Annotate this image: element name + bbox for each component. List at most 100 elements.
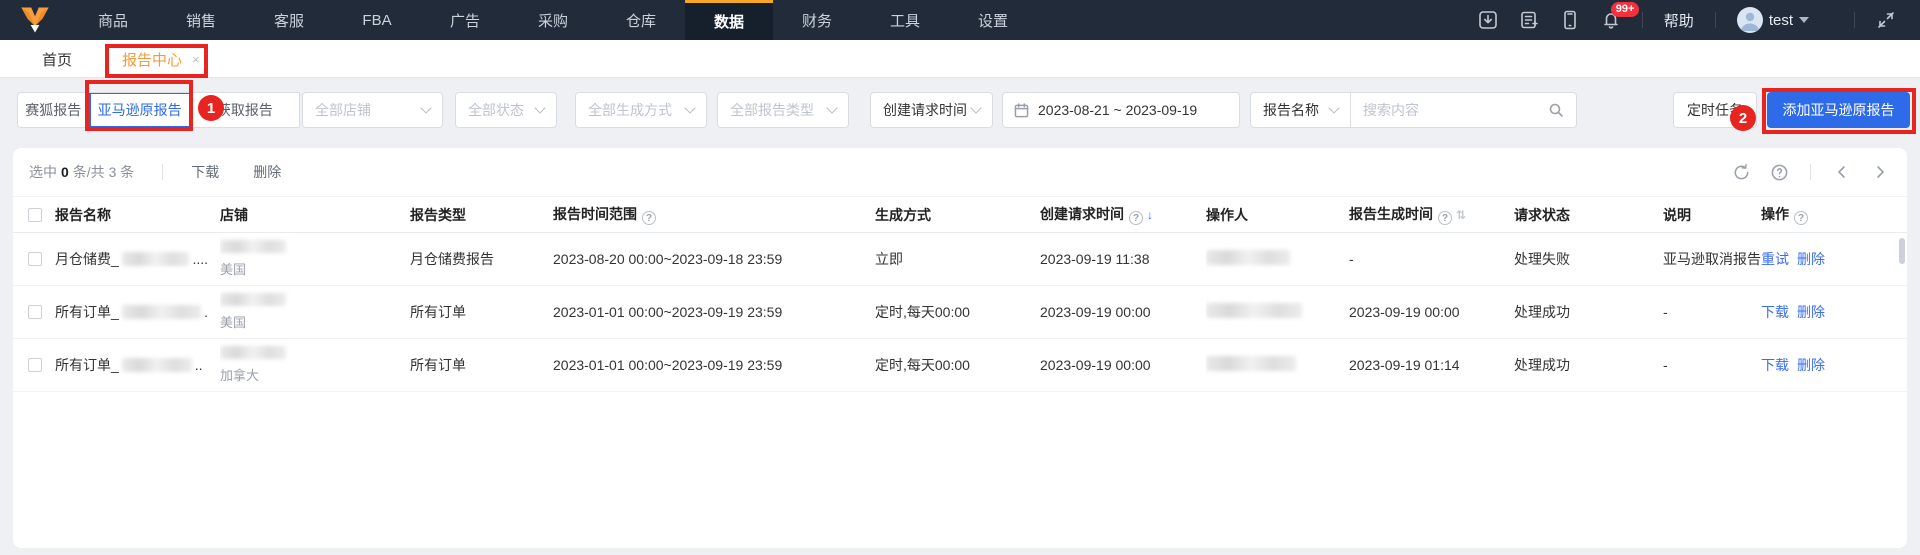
shop-country: 美国 bbox=[220, 315, 247, 330]
col-request-time[interactable]: 创建请求时间? ↓ bbox=[1040, 196, 1206, 233]
time-field-select[interactable]: 创建请求时间 bbox=[870, 92, 993, 128]
notifications-bell-icon[interactable]: 99+ bbox=[1601, 2, 1640, 30]
gen-method-filter-select[interactable]: 全部生成方式 bbox=[575, 92, 707, 128]
request-time: 2023-09-19 11:38 bbox=[1040, 232, 1206, 286]
download-selected-button[interactable]: 下载 bbox=[191, 162, 219, 182]
download-center-icon[interactable] bbox=[1478, 10, 1498, 30]
row-checkbox[interactable] bbox=[28, 252, 42, 266]
col-actions: 操作? bbox=[1761, 196, 1907, 233]
delete-selected-button[interactable]: 删除 bbox=[253, 162, 281, 182]
reports-table: 报告名称 店铺 报告类型 报告时间范围? 生成方式 创建请求时间? ↓ 操作人 报… bbox=[13, 196, 1907, 392]
search-input[interactable]: 搜索内容 bbox=[1351, 100, 1576, 120]
col-status: 请求状态 bbox=[1514, 196, 1663, 233]
report-type-filter-select[interactable]: 全部报告类型 bbox=[717, 92, 849, 128]
help-link[interactable]: 帮助 bbox=[1664, 10, 1694, 31]
generated-time: 2023-09-19 01:14 bbox=[1349, 338, 1514, 392]
redacted-text bbox=[121, 305, 202, 319]
menu-item-settings[interactable]: 设置 bbox=[949, 0, 1037, 40]
menu-item-service[interactable]: 客服 bbox=[245, 0, 333, 40]
notification-count-badge: 99+ bbox=[1610, 2, 1640, 17]
shop-cell: 加拿大 bbox=[220, 338, 410, 392]
sort-desc-icon[interactable]: ↓ bbox=[1147, 208, 1153, 222]
help-circle-icon[interactable]: ? bbox=[1129, 211, 1143, 226]
navbar-right: 99+ 帮助 test bbox=[1478, 0, 1920, 40]
help-circle-icon[interactable]: ? bbox=[1794, 211, 1808, 226]
search-icon[interactable] bbox=[1548, 102, 1564, 118]
col-time-range: 报告时间范围? bbox=[553, 196, 875, 233]
refresh-icon[interactable] bbox=[1730, 161, 1752, 183]
retry-link[interactable]: 重试 bbox=[1761, 251, 1789, 267]
search-group: 报告名称 搜索内容 bbox=[1250, 92, 1577, 128]
brand-fox-logo bbox=[21, 7, 49, 33]
col-report-type: 报告类型 bbox=[410, 196, 553, 233]
main-menu: 商品 销售 客服 FBA 广告 采购 仓库 数据 财务 工具 设置 bbox=[0, 0, 1037, 40]
report-name: 所有订单_. bbox=[55, 304, 208, 320]
chevron-down-icon bbox=[826, 102, 838, 114]
top-navbar: 商品 销售 客服 FBA 广告 采购 仓库 数据 财务 工具 设置 99+ 帮助 bbox=[0, 0, 1920, 40]
menu-item-finance[interactable]: 财务 bbox=[773, 0, 861, 40]
menu-item-fba[interactable]: FBA bbox=[333, 0, 421, 40]
status: 处理失败 bbox=[1514, 232, 1663, 286]
status-filter-select[interactable]: 全部状态 bbox=[455, 92, 557, 128]
help-circle-icon[interactable]: ? bbox=[642, 211, 656, 226]
gen-method: 定时,每天00:00 bbox=[875, 338, 1040, 392]
add-amazon-report-label: 添加亚马逊原报告 bbox=[1782, 102, 1895, 118]
help-circle-icon[interactable] bbox=[1768, 161, 1790, 183]
report-name: 月仓储费_.... bbox=[55, 251, 208, 267]
date-range-picker[interactable]: 2023-08-21 ~ 2023-09-19 bbox=[1002, 92, 1240, 128]
menu-item-sales[interactable]: 销售 bbox=[157, 0, 245, 40]
chevron-down-icon bbox=[1799, 17, 1809, 23]
report-type: 所有订单 bbox=[410, 285, 553, 339]
page-prev-icon[interactable] bbox=[1831, 161, 1853, 183]
delete-link[interactable]: 删除 bbox=[1797, 304, 1825, 320]
search-field-select[interactable]: 报告名称 bbox=[1251, 93, 1351, 127]
row-checkbox[interactable] bbox=[28, 358, 42, 372]
generated-time: 2023-09-19 00:00 bbox=[1349, 285, 1514, 339]
report-source-segmented: 赛狐报告 亚马逊原报告 获取报告 bbox=[17, 92, 300, 128]
add-amazon-report-button[interactable]: 添加亚马逊原报告 bbox=[1767, 92, 1910, 128]
download-link[interactable]: 下载 bbox=[1761, 357, 1789, 373]
selected-prefix: 选中 bbox=[29, 164, 57, 180]
col-gen-method: 生成方式 bbox=[875, 196, 1040, 233]
page-next-icon[interactable] bbox=[1869, 161, 1891, 183]
search-field-value: 报告名称 bbox=[1263, 102, 1319, 118]
mobile-app-icon[interactable] bbox=[1560, 10, 1580, 30]
tab-report-center[interactable]: 报告中心 × bbox=[110, 40, 212, 78]
status-filter-value: 全部状态 bbox=[468, 102, 524, 118]
menu-item-ads[interactable]: 广告 bbox=[421, 0, 509, 40]
download-link[interactable]: 下载 bbox=[1761, 304, 1789, 320]
select-all-checkbox[interactable] bbox=[28, 207, 42, 222]
chevron-down-icon bbox=[420, 102, 432, 114]
divider bbox=[1641, 12, 1643, 28]
menu-item-data[interactable]: 数据 bbox=[685, 0, 773, 40]
close-icon[interactable]: × bbox=[192, 52, 200, 67]
username-label: test bbox=[1768, 11, 1793, 29]
row-checkbox[interactable] bbox=[28, 305, 42, 319]
annotation-step-2-badge: 2 bbox=[1730, 105, 1756, 131]
delete-link[interactable]: 删除 bbox=[1797, 251, 1825, 267]
shop-filter-select[interactable]: 全部店铺 bbox=[302, 92, 443, 128]
menu-item-purchase[interactable]: 采购 bbox=[509, 0, 597, 40]
fullscreen-expand-icon[interactable] bbox=[1876, 10, 1896, 30]
feedback-note-icon[interactable] bbox=[1519, 10, 1539, 30]
toolbar-icons bbox=[1730, 161, 1891, 183]
col-generated-time[interactable]: 报告生成时间? ⇅ bbox=[1349, 196, 1514, 233]
vertical-scrollbar-thumb[interactable] bbox=[1899, 238, 1905, 264]
tab-amazon-original-reports[interactable]: 亚马逊原报告 bbox=[88, 93, 190, 127]
table-header-row: 报告名称 店铺 报告类型 报告时间范围? 生成方式 创建请求时间? ↓ 操作人 报… bbox=[13, 196, 1907, 233]
search-placeholder: 搜索内容 bbox=[1363, 102, 1419, 118]
tab-sellfox-reports[interactable]: 赛狐报告 bbox=[18, 93, 89, 127]
annotation-step-1-badge: 1 bbox=[198, 95, 224, 121]
user-menu[interactable]: test bbox=[1736, 7, 1809, 33]
tab-home[interactable]: 首页 bbox=[42, 40, 72, 78]
help-circle-icon[interactable]: ? bbox=[1438, 211, 1452, 226]
shop-country: 加拿大 bbox=[220, 368, 260, 383]
menu-item-tools[interactable]: 工具 bbox=[861, 0, 949, 40]
delete-link[interactable]: 删除 bbox=[1797, 357, 1825, 373]
redacted-text bbox=[220, 240, 286, 253]
report-type: 月仓储费报告 bbox=[410, 232, 553, 286]
col-operator: 操作人 bbox=[1206, 196, 1349, 233]
menu-item-warehouse[interactable]: 仓库 bbox=[597, 0, 685, 40]
sort-icon[interactable]: ⇅ bbox=[1456, 208, 1466, 222]
menu-item-products[interactable]: 商品 bbox=[69, 0, 157, 40]
